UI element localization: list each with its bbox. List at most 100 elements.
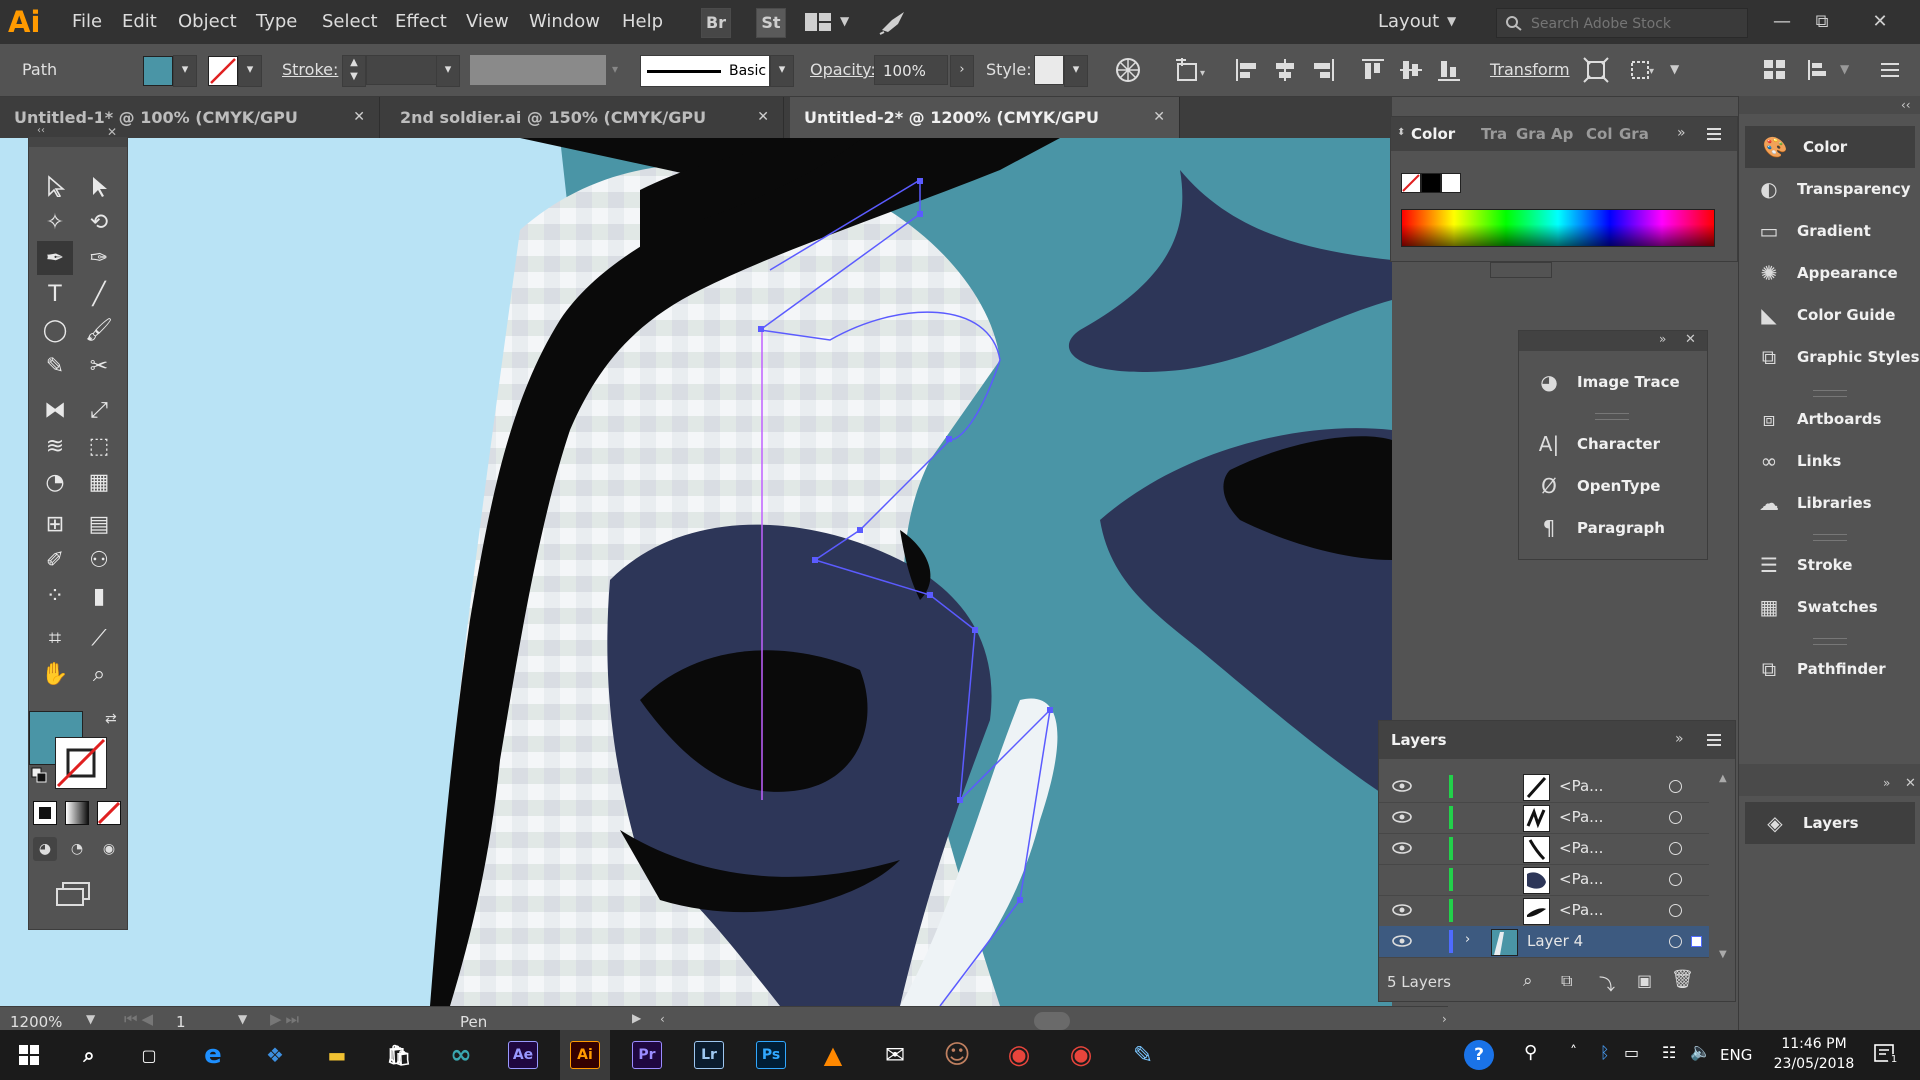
menu-help[interactable]: Help <box>622 0 663 44</box>
panel-opentype[interactable]: Ø OpenType <box>1519 465 1701 507</box>
panel-menu-icon[interactable] <box>1705 125 1723 143</box>
target-icon[interactable] <box>1669 842 1682 855</box>
minimize-button[interactable]: — <box>1762 0 1802 44</box>
isolate-group-icon[interactable] <box>1582 56 1610 84</box>
shaper-tool-icon[interactable]: ✎ <box>37 349 73 383</box>
align-middle-icon[interactable] <box>1398 57 1424 83</box>
network-icon[interactable]: ☷ <box>1662 1043 1676 1062</box>
graphic-style-swatch[interactable] <box>1034 55 1064 85</box>
stock-search-box[interactable] <box>1496 8 1748 38</box>
menu-type[interactable]: Type <box>256 0 297 44</box>
tab-2nd-soldier[interactable]: 2nd soldier.ai @ 150% (CMYK/GPU Preview)… <box>386 97 784 168</box>
align-right-icon[interactable] <box>1310 57 1336 83</box>
puppet-warp-icon[interactable]: ▾ <box>1628 56 1658 84</box>
distribute-icon[interactable] <box>1806 57 1836 83</box>
dropbox-icon[interactable]: ❖ <box>250 1030 300 1080</box>
magic-wand-tool-icon[interactable]: ✧ <box>37 205 73 239</box>
tab-appearance[interactable]: Ap <box>1551 117 1573 151</box>
stroke-label[interactable]: Stroke: <box>282 44 338 96</box>
artwork[interactable] <box>0 138 1392 1006</box>
after-effects-icon[interactable]: Ae <box>498 1030 548 1080</box>
control-menu-icon[interactable] <box>1878 58 1902 82</box>
eyedropper-tool-icon[interactable]: ✐ <box>37 543 73 577</box>
stock-search-input[interactable] <box>1529 12 1743 36</box>
recolor-artwork-icon[interactable] <box>1114 56 1142 84</box>
arrange-documents-icon[interactable] <box>804 12 832 32</box>
chevron-up-icon[interactable]: ˄ <box>1570 1044 1577 1060</box>
photoshop-icon[interactable]: Ps <box>746 1030 796 1080</box>
stroke-color-dropdown[interactable]: ▾ <box>238 55 262 87</box>
align-top-icon[interactable] <box>1360 57 1386 83</box>
mesh-tool-icon[interactable]: ⊞ <box>37 507 73 541</box>
locate-object-icon[interactable]: ⌕ <box>1523 971 1533 991</box>
stroke-weight-field[interactable] <box>366 55 438 85</box>
arrange-icon[interactable] <box>1762 57 1788 83</box>
search-icon[interactable]: ⌕ <box>64 1030 114 1080</box>
layer-name[interactable]: <Pa... <box>1559 895 1603 926</box>
chevron-down-icon[interactable]: ▼ <box>840 14 849 28</box>
close-icon[interactable]: ✕ <box>1153 97 1165 138</box>
screen-mode-icon[interactable] <box>55 879 95 907</box>
chevron-down-icon[interactable]: ▼ <box>1840 62 1849 76</box>
arduino-icon[interactable]: ∞ <box>436 1030 486 1080</box>
layer-row[interactable]: <Pa... <box>1379 895 1709 927</box>
new-sublayer-icon[interactable]: ⤵ <box>1599 971 1615 995</box>
black-swatch[interactable] <box>1421 173 1441 193</box>
selection-tool-icon[interactable] <box>37 169 73 203</box>
tab-untitled-1[interactable]: Untitled-1* @ 100% (CMYK/GPU Preview) ✕ <box>0 97 380 168</box>
people-icon[interactable]: ⚲ <box>1524 1042 1537 1063</box>
clock[interactable]: 11:46 PM 23/05/2018 <box>1764 1034 1864 1074</box>
battery-icon[interactable]: ▭ <box>1624 1043 1639 1062</box>
free-transform-tool-icon[interactable]: ⬚ <box>81 429 117 463</box>
chevron-down-icon[interactable]: ▼ <box>1670 62 1679 76</box>
type-tool-icon[interactable]: T <box>37 277 73 311</box>
collapse-icon[interactable]: ‹‹ <box>37 125 45 136</box>
transform-link[interactable]: Transform <box>1490 44 1570 96</box>
draw-inside-icon[interactable]: ◉ <box>97 837 121 861</box>
line-tool-icon[interactable]: ╱ <box>81 277 117 311</box>
dock-stroke[interactable]: ☰ Stroke <box>1739 544 1920 586</box>
scrollbar-thumb[interactable] <box>1034 1012 1070 1030</box>
panel-menu-icon[interactable] <box>1705 731 1723 749</box>
file-explorer-icon[interactable]: ▬ <box>312 1030 362 1080</box>
color-mode-button[interactable] <box>33 801 57 825</box>
eye-icon[interactable] <box>1391 839 1413 857</box>
align-center-icon[interactable] <box>1272 57 1298 83</box>
tab-color-guide[interactable]: Col <box>1586 117 1612 151</box>
close-icon[interactable]: ✕ <box>757 97 769 138</box>
layer-name[interactable]: <Pa... <box>1559 864 1603 895</box>
store-icon[interactable]: 🛍 <box>374 1030 424 1080</box>
color-spectrum[interactable] <box>1401 209 1715 247</box>
panel-resize-handle[interactable] <box>1490 262 1552 278</box>
scissors-tool-icon[interactable]: ✂ <box>81 349 117 383</box>
perspective-grid-tool-icon[interactable]: ▦ <box>81 465 117 499</box>
illustrator-icon[interactable]: Ai <box>560 1030 610 1080</box>
panel-paragraph[interactable]: ¶ Paragraph <box>1519 507 1701 549</box>
fill-swatch[interactable] <box>143 56 173 86</box>
menu-view[interactable]: View <box>466 0 509 44</box>
dock-artboards[interactable]: ⧈ Artboards <box>1739 398 1920 440</box>
close-button[interactable]: ✕ <box>1860 0 1900 44</box>
reflect-tool-icon[interactable]: ⧓ <box>37 393 73 427</box>
align-left-icon[interactable] <box>1234 57 1260 83</box>
opacity-label[interactable]: Opacity: <box>810 44 876 96</box>
warp-tool-icon[interactable]: ≋ <box>37 429 73 463</box>
dock-layers[interactable]: ◈ Layers <box>1745 802 1915 844</box>
bridge-button[interactable]: Br <box>701 8 731 38</box>
menu-edit[interactable]: Edit <box>122 0 157 44</box>
blend-tool-icon[interactable]: ⚇ <box>81 543 117 577</box>
shape-builder-tool-icon[interactable]: ◔ <box>37 465 73 499</box>
hand-tool-icon[interactable]: ✋ <box>37 657 73 691</box>
chrome-icon[interactable]: ◉ <box>1056 1030 1106 1080</box>
slice-tool-icon[interactable]: ⟋ <box>81 621 117 655</box>
panel-titlebar[interactable]: » ✕ <box>1519 331 1707 351</box>
chrome-icon[interactable]: ◉ <box>994 1030 1044 1080</box>
tab-transparency[interactable]: Tra <box>1481 117 1507 151</box>
fill-dropdown[interactable]: ▾ <box>173 55 197 87</box>
graph-tool-icon[interactable]: ▮ <box>81 579 117 613</box>
edge-icon[interactable]: e <box>188 1030 238 1080</box>
menu-select[interactable]: Select <box>322 0 378 44</box>
horizontal-scrollbar[interactable]: ‹ › <box>660 1010 1450 1032</box>
expand-icon[interactable]: » <box>1659 332 1666 346</box>
last-artboard-icon[interactable]: ▶⏭ <box>270 1010 303 1028</box>
